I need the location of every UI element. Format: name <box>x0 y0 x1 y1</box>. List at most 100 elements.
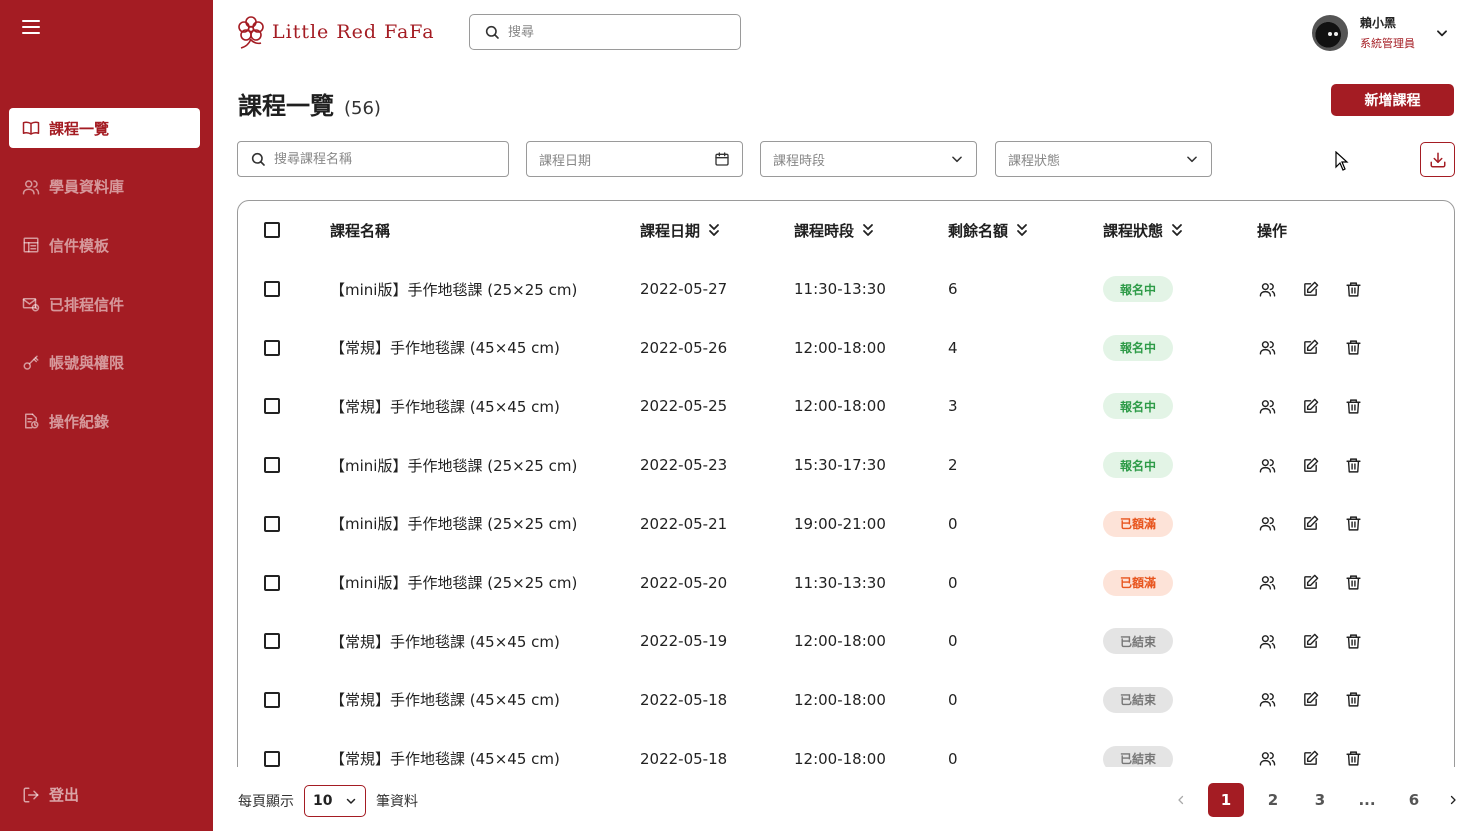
trash-icon[interactable] <box>1343 573 1363 593</box>
sort-by-status[interactable]: 課程狀態 <box>1103 201 1183 260</box>
sidebar-item-5[interactable]: 操作紀錄 <box>9 401 200 441</box>
course-name[interactable]: 【常規】手作地毯課 (45×45 cm) <box>330 337 560 358</box>
download-button[interactable] <box>1420 142 1455 177</box>
sort-chevron-icon[interactable] <box>1016 223 1028 237</box>
table-row[interactable]: 【mini版】手作地毯課 (25×25 cm) 2022-05-20 11:30-1… <box>238 553 1454 612</box>
edit-icon[interactable] <box>1300 631 1320 651</box>
table-row[interactable]: 【mini版】手作地毯課 (25×25 cm) 2022-05-21 19:00-2… <box>238 495 1454 554</box>
table-row[interactable]: 【常規】手作地毯課 (45×45 cm) 2022-05-25 12:00-18:0… <box>238 377 1454 436</box>
users-icon[interactable] <box>1257 396 1277 416</box>
sidebar-item-1[interactable]: 學員資料庫 <box>9 167 200 207</box>
global-search[interactable] <box>469 14 741 50</box>
page-button[interactable]: 6 <box>1396 783 1432 817</box>
course-name[interactable]: 【mini版】手作地毯課 (25×25 cm) <box>330 279 577 300</box>
user-menu[interactable]: 賴小黑 系統管理員 <box>1312 14 1449 51</box>
trash-icon[interactable] <box>1343 631 1363 651</box>
remaining-seats: 2 <box>948 456 958 475</box>
table-row[interactable]: 【mini版】手作地毯課 (25×25 cm) 2022-05-23 15:30-1… <box>238 436 1454 495</box>
course-name[interactable]: 【常規】手作地毯課 (45×45 cm) <box>330 396 560 417</box>
users-icon[interactable] <box>1257 749 1277 769</box>
row-checkbox[interactable] <box>264 281 280 298</box>
sidebar-item-3[interactable]: 已排程信件 <box>9 284 200 324</box>
course-name[interactable]: 【常規】手作地毯課 (45×45 cm) <box>330 631 560 652</box>
trash-icon[interactable] <box>1343 396 1363 416</box>
trash-icon[interactable] <box>1343 690 1363 710</box>
edit-icon[interactable] <box>1300 749 1320 769</box>
prev-page-button[interactable] <box>1171 783 1191 817</box>
chevron-down-icon[interactable] <box>1435 26 1449 40</box>
page-button[interactable]: 2 <box>1255 783 1291 817</box>
page-button[interactable]: 3 <box>1302 783 1338 817</box>
users-icon[interactable] <box>1257 279 1277 299</box>
sort-by-remaining[interactable]: 剩餘名額 <box>948 201 1028 260</box>
row-checkbox[interactable] <box>264 633 280 650</box>
table-row[interactable]: 【常規】手作地毯課 (45×45 cm) 2022-05-19 12:00-18:0… <box>238 612 1454 671</box>
course-name[interactable]: 【mini版】手作地毯課 (25×25 cm) <box>330 572 577 593</box>
users-icon[interactable] <box>1257 690 1277 710</box>
row-checkbox[interactable] <box>264 339 280 356</box>
trash-icon[interactable] <box>1343 455 1363 475</box>
search-icon <box>251 152 265 166</box>
chevron-down-icon <box>1187 156 1197 163</box>
page-button[interactable]: 1 <box>1208 783 1244 817</box>
course-name[interactable]: 【常規】手作地毯課 (45×45 cm) <box>330 748 560 769</box>
trash-icon[interactable] <box>1343 279 1363 299</box>
row-checkbox[interactable] <box>264 457 280 474</box>
course-date: 2022-05-26 <box>640 338 728 357</box>
trash-icon[interactable] <box>1343 749 1363 769</box>
sort-chevron-icon[interactable] <box>708 223 720 237</box>
table-row[interactable]: 【常規】手作地毯課 (45×45 cm) 2022-05-18 12:00-18:0… <box>238 671 1454 730</box>
row-checkbox[interactable] <box>264 515 280 532</box>
edit-icon[interactable] <box>1300 514 1320 534</box>
brand-logo[interactable]: Little Red FaFa <box>236 14 435 50</box>
course-name-search-input[interactable] <box>274 151 474 167</box>
status-badge: 報名中 <box>1103 334 1173 361</box>
next-page-button[interactable] <box>1443 783 1463 817</box>
course-name[interactable]: 【mini版】手作地毯課 (25×25 cm) <box>330 513 577 534</box>
course-name[interactable]: 【常規】手作地毯課 (45×45 cm) <box>330 689 560 710</box>
book-icon <box>22 119 40 137</box>
trash-icon[interactable] <box>1343 338 1363 358</box>
users-icon[interactable] <box>1257 631 1277 651</box>
course-date-picker[interactable]: 課程日期 <box>526 141 743 177</box>
sort-chevron-icon[interactable] <box>1171 223 1183 237</box>
table-row[interactable]: 【常規】手作地毯課 (45×45 cm) 2022-05-26 12:00-18:0… <box>238 318 1454 377</box>
logout-button[interactable]: 登出 <box>22 784 79 805</box>
edit-icon[interactable] <box>1300 338 1320 358</box>
users-icon[interactable] <box>1257 514 1277 534</box>
course-time-select[interactable]: 課程時段 <box>760 141 977 177</box>
sort-by-date[interactable]: 課程日期 <box>640 201 720 260</box>
course-name[interactable]: 【mini版】手作地毯課 (25×25 cm) <box>330 455 577 476</box>
row-checkbox[interactable] <box>264 750 280 767</box>
per-page-select[interactable]: 10 <box>304 785 366 817</box>
sidebar-item-2[interactable]: 信件模板 <box>9 225 200 265</box>
edit-icon[interactable] <box>1300 690 1320 710</box>
users-icon[interactable] <box>1257 573 1277 593</box>
row-checkbox[interactable] <box>264 398 280 415</box>
add-course-button[interactable]: 新增課程 <box>1331 84 1454 116</box>
hamburger-menu-icon[interactable] <box>22 20 40 34</box>
global-search-input[interactable] <box>508 24 708 40</box>
status-badge: 已結束 <box>1103 628 1173 655</box>
remaining-seats: 0 <box>948 632 958 651</box>
sort-chevron-icon[interactable] <box>862 223 874 237</box>
course-name-search[interactable] <box>237 141 509 177</box>
trash-icon[interactable] <box>1343 514 1363 534</box>
users-icon[interactable] <box>1257 338 1277 358</box>
edit-icon[interactable] <box>1300 573 1320 593</box>
course-table: 課程名稱 課程日期 課程時段 剩餘名額 課程狀態 操作 【mini版】手作地毯課… <box>237 200 1455 831</box>
row-checkbox[interactable] <box>264 691 280 708</box>
row-checkbox[interactable] <box>264 574 280 591</box>
course-status-select[interactable]: 課程狀態 <box>995 141 1212 177</box>
sidebar-item-4[interactable]: 帳號與權限 <box>9 343 200 383</box>
per-page-control: 每頁顯示 10 筆資料 <box>238 785 418 817</box>
calendar-icon[interactable] <box>714 151 730 167</box>
edit-icon[interactable] <box>1300 455 1320 475</box>
edit-icon[interactable] <box>1300 279 1320 299</box>
edit-icon[interactable] <box>1300 396 1320 416</box>
table-row[interactable]: 【mini版】手作地毯課 (25×25 cm) 2022-05-27 11:30-1… <box>238 260 1454 319</box>
sort-by-time[interactable]: 課程時段 <box>794 201 874 260</box>
users-icon[interactable] <box>1257 455 1277 475</box>
sidebar-item-0[interactable]: 課程一覽 <box>9 108 200 148</box>
select-all-checkbox[interactable] <box>264 222 280 239</box>
